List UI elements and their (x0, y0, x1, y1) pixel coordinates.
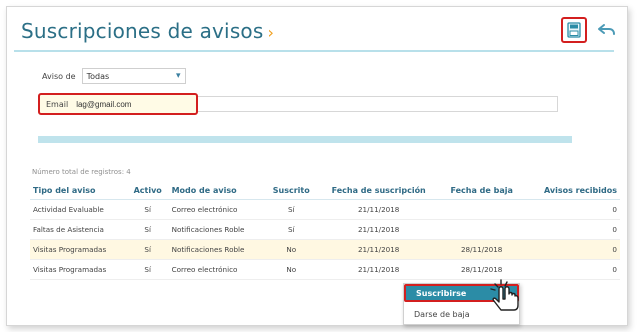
cell-avisos-recibidos: 0 (523, 219, 620, 240)
cell-suscrito: No (264, 239, 318, 260)
cell-fecha-suscripcion: 21/11/2018 (317, 259, 440, 280)
page-title: Suscripciones de avisos › (21, 19, 274, 43)
table-row[interactable]: Actividad Evaluable Sí Correo electrónic… (30, 199, 620, 220)
cell-fecha-suscripcion: 21/11/2018 (317, 239, 440, 260)
cell-avisos-recibidos: 0 (523, 239, 620, 260)
total-records: Número total de registros: 4 (32, 168, 131, 176)
cell-fecha-suscripcion: 21/11/2018 (317, 219, 440, 240)
top-toolbar (561, 17, 617, 43)
cell-modo: Correo electrónico (168, 259, 265, 280)
cell-tipo: Visitas Programadas (30, 239, 127, 260)
cell-suscrito: Sí (264, 219, 318, 240)
cell-suscrito: Sí (264, 199, 318, 220)
chevron-down-icon: ▾ (176, 71, 181, 81)
cell-modo: Correo electrónico (168, 199, 265, 220)
email-input[interactable] (74, 98, 189, 110)
header-suscrito[interactable]: Suscrito (264, 182, 318, 200)
cell-activo: Sí (126, 239, 169, 260)
cell-fecha-baja: 28/11/2018 (439, 239, 524, 260)
cell-tipo: Visitas Programadas (30, 259, 127, 280)
cell-avisos-recibidos: 0 (523, 259, 620, 280)
cell-avisos-recibidos: 0 (523, 199, 620, 220)
save-icon[interactable] (561, 17, 587, 43)
cell-tipo: Faltas de Asistencia (30, 219, 127, 240)
table-row[interactable]: Faltas de Asistencia Sí Notificaciones R… (30, 219, 620, 240)
header-fecha-baja[interactable]: Fecha de baja (439, 182, 524, 200)
cell-activo: Sí (126, 259, 169, 280)
table-row[interactable]: Visitas Programadas Sí Notificaciones Ro… (30, 239, 620, 260)
header-divider (14, 50, 614, 52)
header-avisos-recibidos[interactable]: Avisos recibidos (523, 182, 620, 200)
hand-cursor-icon (486, 277, 526, 321)
cell-suscrito: No (264, 259, 318, 280)
table-header-row: Tipo del aviso Activo Modo de aviso Susc… (30, 182, 620, 200)
email-label: Email (46, 99, 69, 109)
subscriptions-table: Tipo del aviso Activo Modo de aviso Susc… (30, 182, 620, 280)
aviso-filter: Aviso de Todas ▾ (42, 68, 186, 84)
email-field-container: Email (38, 93, 198, 115)
email-field-extension (198, 96, 558, 112)
header-modo[interactable]: Modo de aviso (168, 182, 265, 200)
cell-modo: Notificaciones Roble (168, 219, 265, 240)
header-fecha-suscripcion[interactable]: Fecha de suscripción (317, 182, 440, 200)
aviso-select-value: Todas (86, 71, 110, 81)
undo-icon[interactable] (597, 22, 617, 38)
cell-fecha-baja (439, 219, 524, 240)
title-chevron-icon: › (267, 23, 275, 42)
cell-fecha-suscripcion: 21/11/2018 (317, 199, 440, 220)
page-title-text: Suscripciones de avisos (21, 19, 264, 43)
table-row[interactable]: Visitas Programadas Sí Correo electrónic… (30, 259, 620, 280)
cell-activo: Sí (126, 219, 169, 240)
cell-modo: Notificaciones Roble (168, 239, 265, 260)
header-activo[interactable]: Activo (126, 182, 169, 200)
aviso-select[interactable]: Todas ▾ (81, 68, 186, 84)
header-tipo[interactable]: Tipo del aviso (30, 182, 127, 200)
cell-activo: Sí (126, 199, 169, 220)
aviso-label: Aviso de (42, 71, 76, 81)
cell-fecha-baja (439, 199, 524, 220)
cell-tipo: Actividad Evaluable (30, 199, 127, 220)
section-bar (38, 136, 572, 143)
